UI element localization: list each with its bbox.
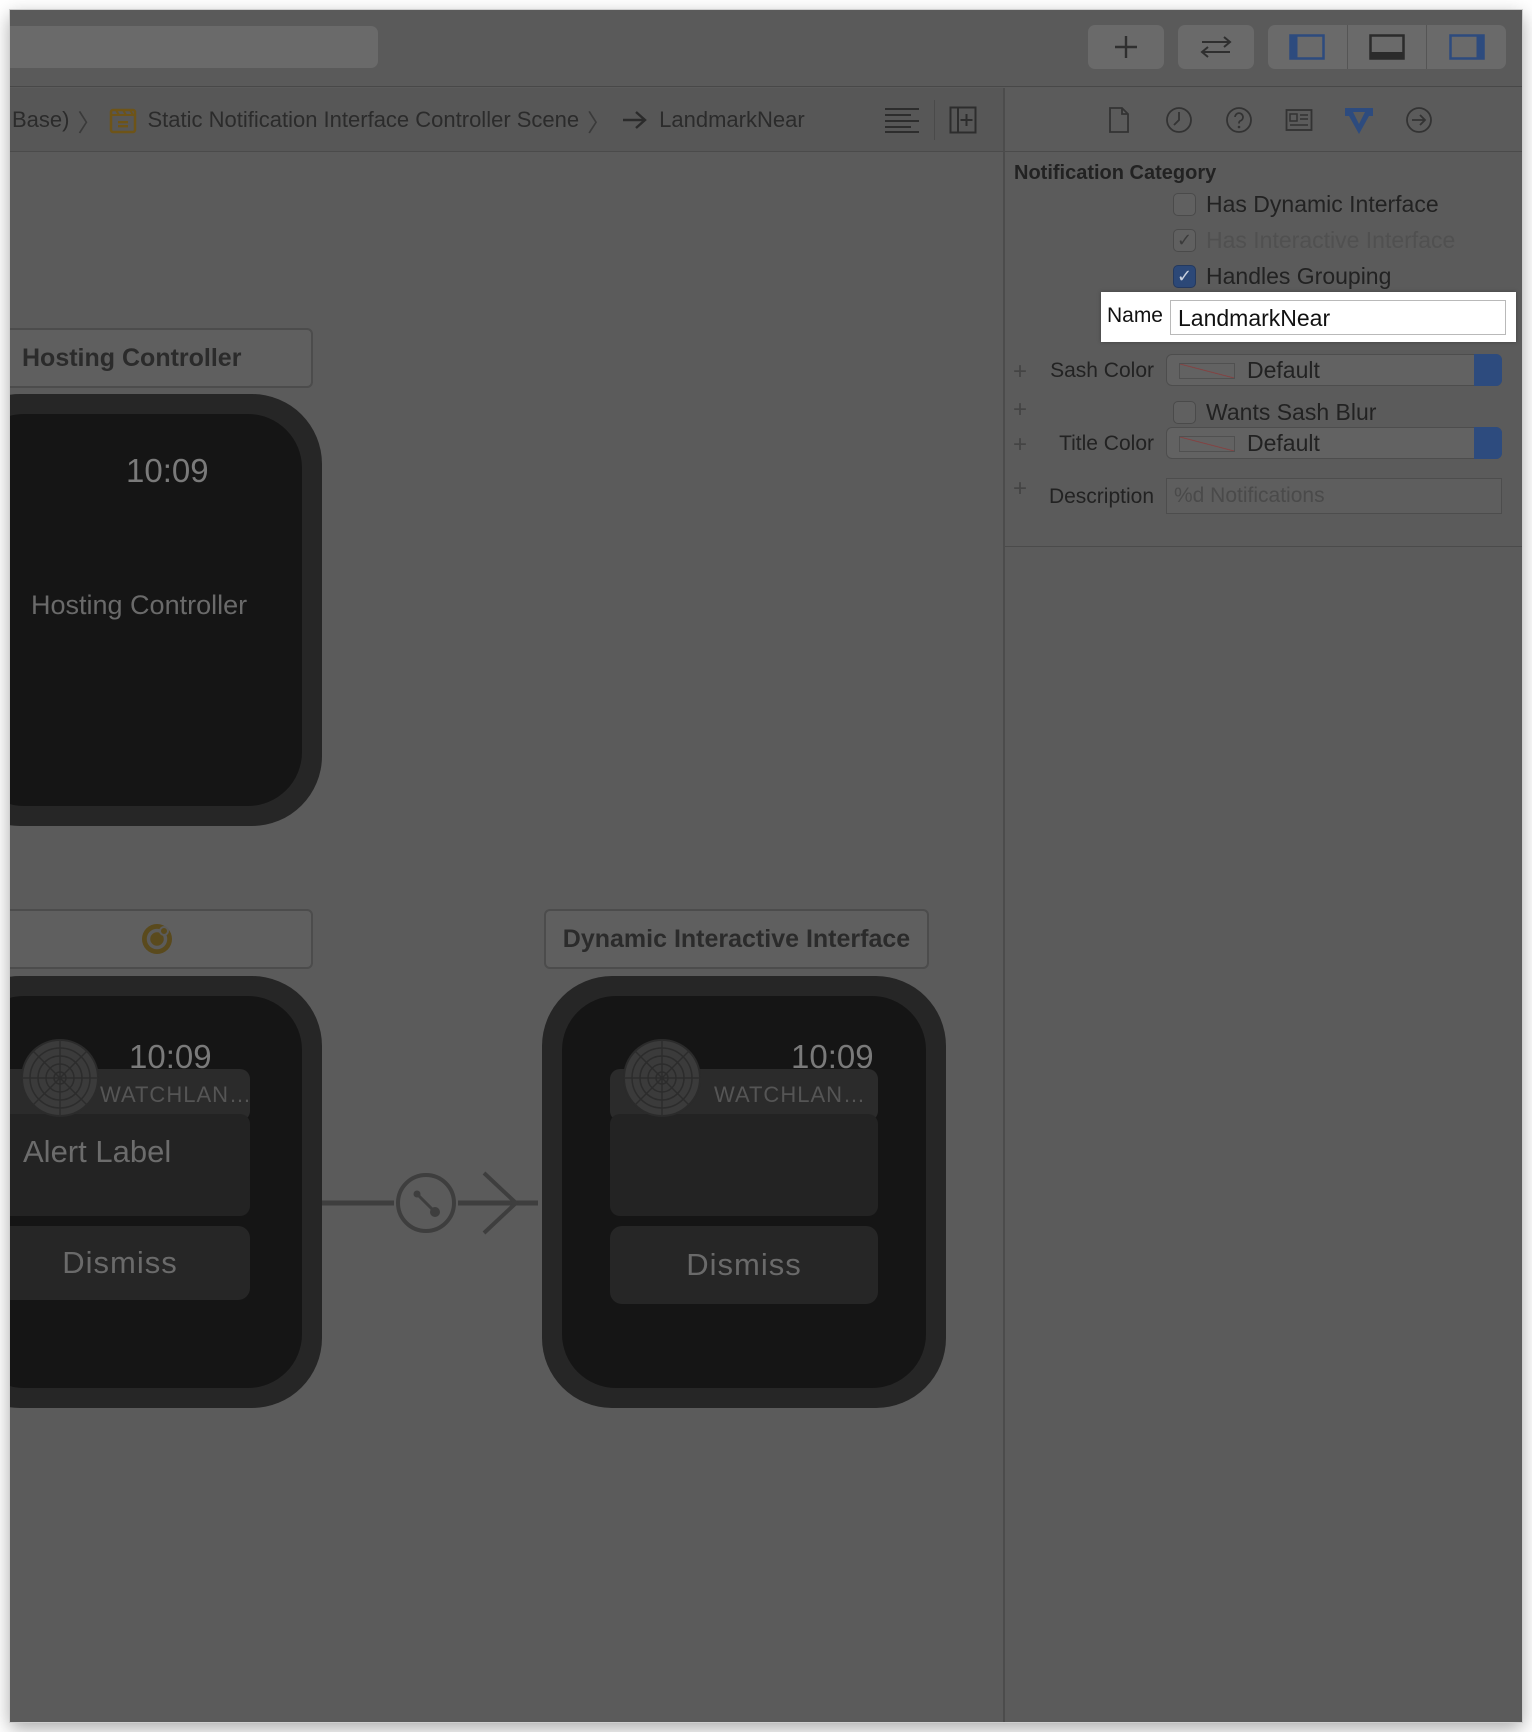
right-panel-icon <box>1448 34 1485 60</box>
hosting-controller-title-bar[interactable]: Hosting Controller <box>10 328 313 388</box>
divider <box>934 100 935 140</box>
breadcrumb-item-scene[interactable]: Static Notification Interface Controller… <box>147 107 579 133</box>
hosting-controller-label: Hosting Controller <box>31 590 248 620</box>
popup-stepper-icon <box>1474 427 1502 459</box>
dynamic-interface-title: Dynamic Interactive Interface <box>562 924 911 953</box>
dynamic-notification-body <box>610 1114 878 1216</box>
description-field[interactable]: %d Notifications <box>1166 478 1502 514</box>
color-swatch <box>1179 436 1235 452</box>
left-panel-icon <box>1289 34 1326 60</box>
color-swatch <box>1179 363 1235 379</box>
dynamic-interface-title-bar[interactable]: Dynamic Interactive Interface <box>544 909 929 969</box>
has-dynamic-interface-checkbox[interactable] <box>1173 193 1196 216</box>
handles-grouping-row[interactable]: ✓ Handles Grouping <box>1173 263 1391 290</box>
has-dynamic-interface-label: Has Dynamic Interface <box>1206 191 1439 217</box>
static-dismiss-button[interactable]: Dismiss <box>10 1226 250 1300</box>
jump-bar: Base) 〉 Static Notification Interface Co… <box>10 88 1003 152</box>
jump-bar-tools <box>884 100 977 140</box>
hosting-controller-title: Hosting Controller <box>22 343 242 372</box>
code-review-button[interactable] <box>1178 25 1254 69</box>
title-color-popup[interactable]: Default <box>1166 427 1502 459</box>
sash-color-label: Sash Color <box>1050 359 1154 382</box>
has-interactive-interface-label: Has Interactive Interface <box>1206 227 1456 253</box>
storyboard-scene-icon <box>110 108 137 134</box>
hosting-watch-frame[interactable]: 10:09 Hosting Controller <box>10 394 322 826</box>
xcode-window: Base) 〉 Static Notification Interface Co… <box>10 10 1522 1722</box>
notification-controller-icon <box>141 924 172 954</box>
handles-grouping-label: Handles Grouping <box>1206 263 1392 289</box>
sash-color-popup[interactable]: Default <box>1166 354 1502 386</box>
popup-stepper-icon <box>1474 354 1502 386</box>
inspector-tabs <box>1005 88 1522 152</box>
tab-history-inspector[interactable] <box>1161 102 1197 138</box>
wants-sash-blur-row[interactable]: Wants Sash Blur <box>1173 399 1376 426</box>
file-icon <box>1109 107 1129 133</box>
description-label: Description <box>1048 485 1154 508</box>
toolbar <box>10 10 1522 87</box>
toggle-navigator-button[interactable] <box>1268 25 1348 69</box>
name-label: Name <box>1106 304 1163 327</box>
dynamic-watch-frame[interactable]: 10:09 WATCHLAN… Dismiss <box>542 976 946 1408</box>
arrow-circle-icon <box>1406 107 1432 133</box>
clock-icon <box>1166 107 1192 133</box>
name-row-highlight: Name LandmarkNear <box>1101 292 1516 342</box>
library-button[interactable] <box>1088 25 1164 69</box>
has-interactive-interface-row: ✓ Has Interactive Interface <box>1173 227 1455 254</box>
tab-connections-inspector[interactable] <box>1401 102 1437 138</box>
chevron-right-icon: 〉 <box>587 109 612 137</box>
storyboard-canvas[interactable]: Hosting Controller 10:09 Hosting Control… <box>10 153 1003 1722</box>
breadcrumb-item-base[interactable]: Base) <box>12 107 69 133</box>
dynamic-watch-screen: 10:09 WATCHLAN… Dismiss <box>562 996 926 1388</box>
activity-field <box>10 26 378 68</box>
static-app-name: WATCHLAN… <box>100 1082 252 1107</box>
segue-icon <box>413 1190 440 1217</box>
name-field[interactable]: LandmarkNear <box>1170 300 1506 335</box>
sash-color-value: Default <box>1247 357 1320 383</box>
dynamic-dismiss-button[interactable]: Dismiss <box>610 1226 878 1304</box>
document-items-icon[interactable] <box>884 106 920 134</box>
app-icon-placeholder <box>21 1039 99 1117</box>
app-icon-placeholder <box>623 1039 701 1117</box>
wants-sash-blur-label: Wants Sash Blur <box>1206 399 1377 425</box>
breadcrumb: Base) 〉 Static Notification Interface Co… <box>12 88 805 152</box>
has-dynamic-interface-row[interactable]: Has Dynamic Interface <box>1173 191 1439 218</box>
swap-arrows-icon <box>1200 36 1232 58</box>
alert-label[interactable]: Alert Label <box>23 1134 171 1170</box>
dynamic-app-name: WATCHLAN… <box>714 1082 866 1107</box>
static-watch-screen: 10:09 WATCHLAN… Alert Label Dismiss <box>10 996 302 1388</box>
static-notification-title-bar[interactable] <box>10 909 313 969</box>
hosting-watch-screen: 10:09 Hosting Controller <box>10 414 302 806</box>
identity-card-icon <box>1285 109 1313 131</box>
toggle-debug-area-button[interactable] <box>1348 25 1428 69</box>
segue-connector[interactable] <box>322 1163 542 1243</box>
title-color-value: Default <box>1247 430 1320 456</box>
add-editor-icon[interactable] <box>949 106 977 134</box>
has-interactive-interface-checkbox: ✓ <box>1173 229 1196 252</box>
bottom-panel-icon <box>1369 34 1405 60</box>
attributes-shield-icon <box>1345 108 1373 134</box>
arrow-right-icon <box>623 111 647 129</box>
tab-attributes-inspector[interactable] <box>1341 102 1377 138</box>
tab-file-inspector[interactable] <box>1101 102 1137 138</box>
section-title: Notification Category <box>1014 162 1217 184</box>
panel-toggle-group <box>1268 25 1506 69</box>
tab-identity-inspector[interactable] <box>1281 102 1317 138</box>
add-variation-sash-blur-button[interactable]: + <box>1013 396 1027 424</box>
wants-sash-blur-checkbox[interactable] <box>1173 401 1196 424</box>
divider <box>1005 546 1522 547</box>
help-icon <box>1226 107 1252 133</box>
handles-grouping-checkbox[interactable]: ✓ <box>1173 265 1196 288</box>
tab-quick-help[interactable] <box>1221 102 1257 138</box>
hosting-time: 10:09 <box>126 452 209 489</box>
static-watch-frame[interactable]: 10:09 WATCHLAN… Alert Label Dismiss <box>10 976 322 1408</box>
static-notification-body: Alert Label <box>10 1114 250 1216</box>
toggle-inspector-button[interactable] <box>1427 25 1506 69</box>
chevron-right-icon: 〉 <box>77 109 102 137</box>
title-color-label: Title Color <box>1059 432 1154 455</box>
breadcrumb-item-target[interactable]: LandmarkNear <box>659 107 805 133</box>
plus-icon <box>1115 36 1137 58</box>
